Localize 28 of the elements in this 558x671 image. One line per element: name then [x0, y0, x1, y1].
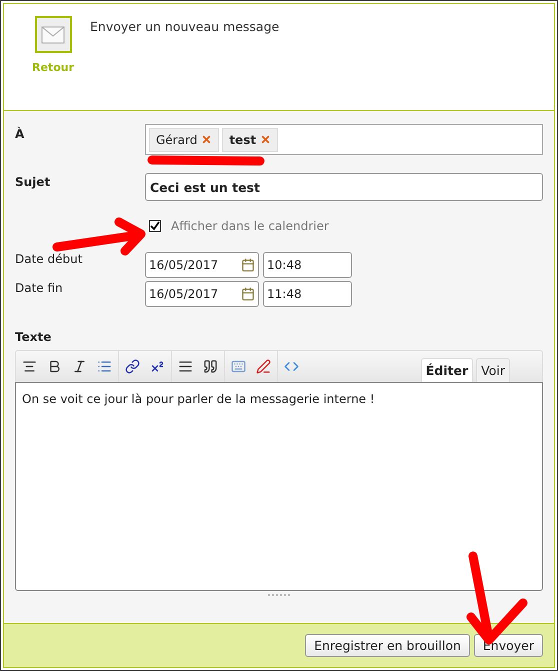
field-label: Date fin: [15, 281, 64, 295]
page-title: Envoyer un nouveau message: [90, 18, 280, 34]
date-field[interactable]: 16/05/2017: [145, 281, 259, 307]
field-label: Texte: [15, 330, 52, 344]
field-label: À: [15, 126, 26, 141]
calendar-icon: [241, 258, 255, 272]
editor-tab[interactable]: Voir: [476, 358, 510, 382]
calendar-icon: [241, 287, 255, 301]
time-field[interactable]: 11:48: [263, 281, 352, 307]
date-field[interactable]: 16/05/2017: [145, 252, 259, 278]
link-icon[interactable]: [123, 357, 142, 376]
message-textarea[interactable]: On se voit ce jour là pour parler de la messagerie interne !: [15, 382, 543, 591]
recipients-field[interactable]: Gérard test: [145, 124, 543, 155]
send-button[interactable]: Envoyer: [474, 634, 543, 657]
field-label: Date début: [15, 252, 84, 266]
draft-button[interactable]: Enregistrer en brouillon: [305, 634, 470, 657]
pencil-icon[interactable]: [254, 357, 273, 376]
remove-icon: [201, 134, 212, 145]
recipient-tag: Gérard: [149, 128, 220, 152]
checkbox-label: Afficher dans le calendrier: [171, 219, 329, 233]
envelope-icon: [34, 16, 72, 53]
editor-tab[interactable]: Éditer: [420, 358, 474, 382]
field-label: Sujet: [15, 174, 52, 189]
subject-field[interactable]: Ceci est un test: [145, 173, 543, 201]
recipient-tag: test: [222, 128, 278, 152]
remove-icon: [260, 134, 272, 145]
calendar-checkbox[interactable]: [149, 220, 161, 232]
time-field[interactable]: 10:48: [263, 252, 352, 278]
